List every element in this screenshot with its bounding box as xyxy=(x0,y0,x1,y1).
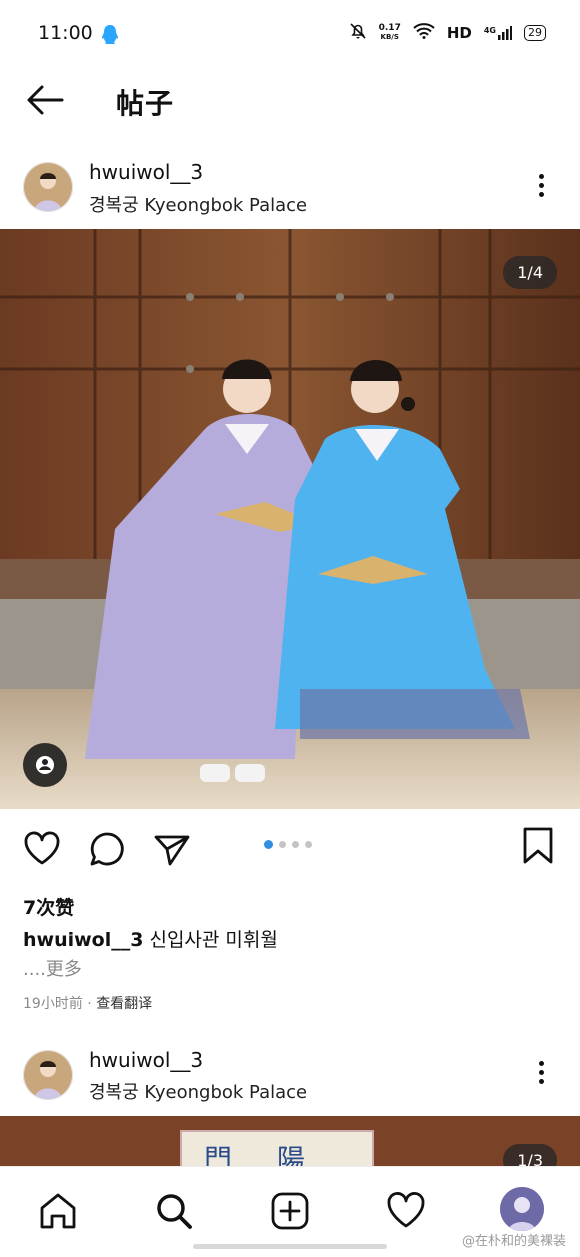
watermark: @在朴和的美裸装 xyxy=(461,1234,566,1249)
home-icon[interactable] xyxy=(36,1189,80,1233)
post-caption: hwuiwol__3 신입사관 미휘월 xyxy=(23,925,278,952)
post-photo[interactable]: 1/4 xyxy=(0,229,580,809)
page-title: 帖子 xyxy=(116,87,175,120)
wifi-icon xyxy=(413,23,435,43)
post-meta: 19小时前 · 查看翻译 xyxy=(23,996,153,1012)
carousel-indicator xyxy=(264,840,312,849)
battery-indicator: 29 xyxy=(524,25,546,41)
post-time: 19小时前 xyxy=(23,996,83,1012)
send-icon[interactable] xyxy=(152,829,192,869)
more-vertical-icon[interactable] xyxy=(537,1061,545,1088)
comment-icon[interactable] xyxy=(87,829,127,869)
mute-bell-icon xyxy=(349,22,367,44)
carousel-dot xyxy=(279,841,286,848)
net-speed: 0.17 KB/S xyxy=(379,24,401,42)
top-header: 帖子 xyxy=(0,70,580,130)
signal-label: 4G xyxy=(483,26,496,35)
see-translation-link[interactable]: 查看翻译 xyxy=(96,996,152,1012)
avatar[interactable] xyxy=(23,1050,73,1100)
post-username[interactable]: hwuiwol__3 xyxy=(89,1048,203,1072)
profile-avatar[interactable] xyxy=(500,1187,544,1231)
hd-label: HD xyxy=(446,24,472,42)
net-speed-value: 0.17 xyxy=(378,23,401,33)
bottom-nav: @在朴和的美裸装 xyxy=(0,1166,580,1257)
status-icons: 0.17 KB/S HD 4G 29 xyxy=(349,22,546,44)
search-icon[interactable] xyxy=(152,1189,196,1233)
status-time: 11:00 xyxy=(38,22,93,44)
signal-icon: 4G xyxy=(484,26,512,40)
post-location[interactable]: 경복궁 Kyeongbok Palace xyxy=(89,191,307,217)
image-counter: 1/4 xyxy=(503,256,557,289)
qq-icon xyxy=(101,24,119,50)
carousel-dot xyxy=(264,840,273,849)
tagged-users-button[interactable] xyxy=(23,743,67,787)
caption-more-link[interactable]: ....更多 xyxy=(23,955,82,981)
avatar[interactable] xyxy=(23,162,73,212)
heart-icon[interactable] xyxy=(22,829,62,869)
status-bar: 11:00 0.17 KB/S HD 4G 29 xyxy=(0,0,580,70)
net-speed-unit: KB/S xyxy=(380,33,399,41)
caption-text: 신입사관 미휘월 xyxy=(149,929,278,951)
add-icon[interactable] xyxy=(268,1189,312,1233)
back-arrow-icon[interactable] xyxy=(24,82,66,118)
post-username[interactable]: hwuiwol__3 xyxy=(89,160,203,184)
carousel-dot xyxy=(305,841,312,848)
carousel-dot xyxy=(292,841,299,848)
home-indicator xyxy=(193,1244,387,1249)
caption-username[interactable]: hwuiwol__3 xyxy=(23,929,143,951)
activity-heart-icon[interactable] xyxy=(384,1189,428,1233)
likes-count[interactable]: 7次赞 xyxy=(23,893,74,920)
bookmark-icon[interactable] xyxy=(518,826,558,866)
more-vertical-icon[interactable] xyxy=(537,174,545,201)
photo-illustration xyxy=(0,229,580,809)
post-location[interactable]: 경복궁 Kyeongbok Palace xyxy=(89,1078,307,1104)
